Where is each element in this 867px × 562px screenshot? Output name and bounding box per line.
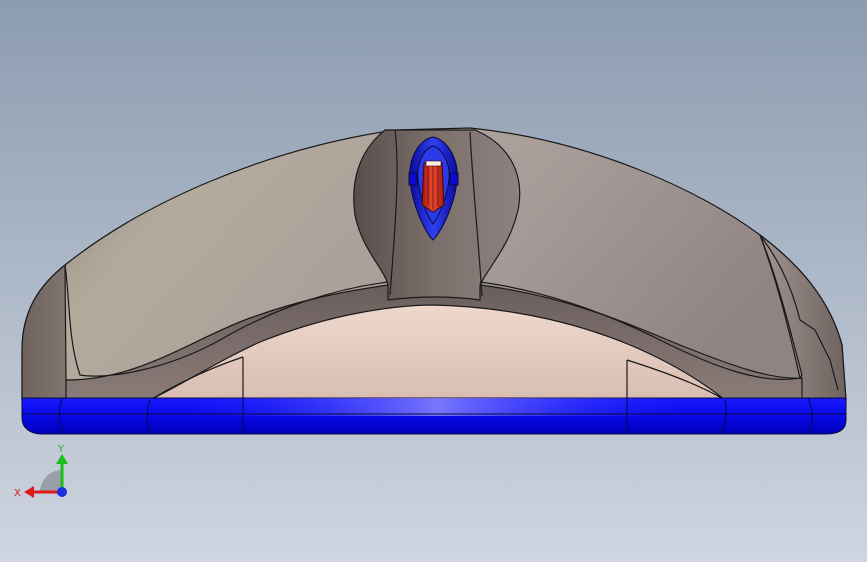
z-axis-icon (57, 487, 67, 497)
coordinate-triad: Y X (12, 440, 72, 510)
model-view[interactable] (0, 0, 867, 562)
x-axis-label: X (14, 488, 21, 499)
y-axis-label: Y (57, 444, 65, 455)
base-skirt (21, 397, 847, 435)
graphics-viewport[interactable]: Y X (0, 0, 867, 562)
